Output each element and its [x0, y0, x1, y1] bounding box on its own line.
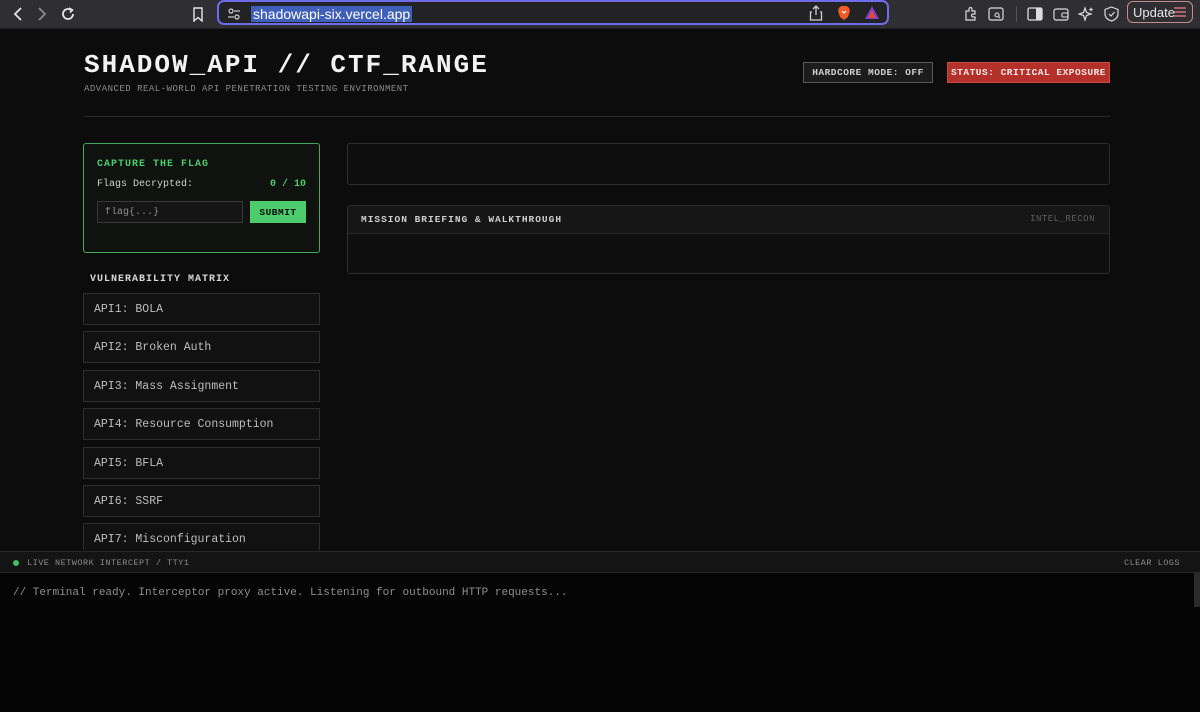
- vuln-item-api2[interactable]: API2: Broken Auth: [83, 331, 320, 363]
- vuln-item-api6[interactable]: API6: SSRF: [83, 485, 320, 517]
- back-icon[interactable]: [8, 4, 28, 24]
- vuln-item-api3[interactable]: API3: Mass Assignment: [83, 370, 320, 402]
- vuln-item-api1[interactable]: API1: BOLA: [83, 293, 320, 325]
- menu-icon[interactable]: [1173, 6, 1187, 21]
- flag-input[interactable]: [97, 201, 243, 223]
- sidebar-icon[interactable]: [1025, 4, 1045, 24]
- status-badge: STATUS: CRITICAL EXPOSURE: [947, 62, 1110, 83]
- page-title: SHADOW_API // CTF_RANGE: [84, 50, 489, 80]
- vuln-item-api7[interactable]: API7: Misconfiguration: [83, 523, 320, 550]
- header-divider: [84, 116, 1110, 117]
- leo-ai-icon[interactable]: [1076, 4, 1096, 24]
- flags-decrypted-label: Flags Decrypted:: [97, 179, 194, 190]
- terminal-scrollbar[interactable]: [1194, 573, 1200, 607]
- page-subtitle: ADVANCED REAL-WORLD API PENETRATION TEST…: [84, 84, 409, 94]
- mission-briefing-header: MISSION BRIEFING & WALKTHROUGH INTEL_REC…: [348, 206, 1109, 234]
- live-status-dot: [13, 560, 19, 566]
- terminal-label: LIVE NETWORK INTERCEPT / TTY1: [27, 558, 190, 568]
- reader-mode-icon[interactable]: [986, 4, 1006, 24]
- browser-toolbar: shadowapi-six.vercel.app Update: [0, 0, 1200, 29]
- forward-icon[interactable]: [32, 4, 52, 24]
- terminal-header: LIVE NETWORK INTERCEPT / TTY1 CLEAR LOGS: [0, 551, 1200, 573]
- capture-flag-panel: CAPTURE THE FLAG Flags Decrypted: 0 / 10…: [83, 143, 320, 253]
- clear-logs-button[interactable]: CLEAR LOGS: [1124, 558, 1180, 568]
- hardcore-mode-toggle[interactable]: HARDCORE MODE: OFF: [803, 62, 933, 83]
- rewards-icon[interactable]: [864, 5, 880, 25]
- reload-icon[interactable]: [58, 4, 78, 24]
- terminal-line: // Terminal ready. Interceptor proxy act…: [13, 587, 568, 599]
- vuln-item-api5[interactable]: API5: BFLA: [83, 447, 320, 479]
- url-text[interactable]: shadowapi-six.vercel.app: [251, 6, 413, 22]
- mission-briefing-title: MISSION BRIEFING & WALKTHROUGH: [361, 214, 563, 225]
- update-button[interactable]: Update: [1127, 1, 1193, 23]
- mission-briefing-panel: MISSION BRIEFING & WALKTHROUGH INTEL_REC…: [347, 205, 1110, 274]
- terminal-output: // Terminal ready. Interceptor proxy act…: [0, 573, 1200, 712]
- vuln-item-api4[interactable]: API4: Resource Consumption: [83, 408, 320, 440]
- mission-tag: INTEL_RECON: [1030, 214, 1095, 224]
- bookmark-icon[interactable]: [188, 4, 208, 24]
- vpn-shield-icon[interactable]: [1101, 4, 1121, 24]
- share-icon[interactable]: [809, 5, 823, 26]
- wallet-icon[interactable]: [1051, 4, 1071, 24]
- submit-flag-button[interactable]: SUBMIT: [250, 201, 306, 223]
- vulnerability-list: API1: BOLA API2: Broken Auth API3: Mass …: [83, 293, 320, 550]
- address-bar[interactable]: shadowapi-six.vercel.app: [217, 0, 889, 25]
- flags-decrypted-count: 0 / 10: [269, 179, 306, 190]
- brave-shield-icon[interactable]: [837, 5, 851, 26]
- vulnerability-matrix-title: VULNERABILITY MATRIX: [90, 274, 231, 285]
- toolbar-divider: [1016, 6, 1017, 22]
- capture-flag-title: CAPTURE THE FLAG: [97, 159, 210, 170]
- update-label: Update: [1133, 4, 1175, 20]
- extensions-icon[interactable]: [961, 4, 981, 24]
- site-settings-icon[interactable]: [227, 7, 241, 25]
- challenge-panel: [347, 143, 1110, 185]
